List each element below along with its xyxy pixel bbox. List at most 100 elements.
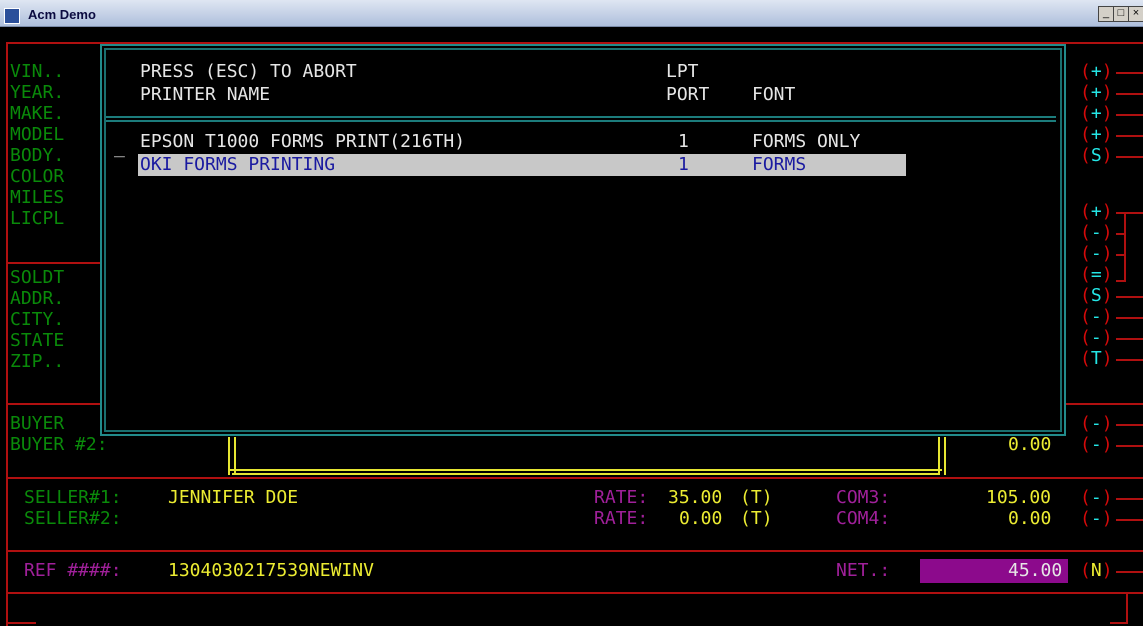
ref-value[interactable]: 1304030217539NEWINV bbox=[168, 560, 374, 582]
frame-divider-5 bbox=[6, 592, 1143, 594]
printer-name: OKI FORMS PRINTING bbox=[140, 154, 336, 175]
frame-divider-3 bbox=[6, 477, 1143, 479]
label-body: BODY. bbox=[10, 145, 65, 166]
label-soldt: SOLDT bbox=[10, 267, 65, 288]
frame-left bbox=[6, 42, 8, 626]
maximize-button[interactable]: □ bbox=[1113, 6, 1129, 22]
marker-7: (-) bbox=[1080, 222, 1113, 243]
popup-header-separator bbox=[106, 116, 1056, 118]
label-buyer2: BUYER #2: bbox=[10, 434, 108, 455]
marker-line bbox=[1116, 338, 1143, 340]
marker-line bbox=[1116, 445, 1143, 447]
marker-5: (S) bbox=[1080, 145, 1113, 166]
marker-line bbox=[1116, 156, 1143, 158]
buyer-bracket-bottom-2 bbox=[232, 473, 938, 475]
label-miles: MILES bbox=[10, 187, 65, 208]
frame-divider-right-2 bbox=[1062, 403, 1143, 405]
marker-10: (S) bbox=[1080, 285, 1113, 306]
printer-port: 1 bbox=[678, 131, 689, 152]
marker-line bbox=[1116, 280, 1126, 282]
marker-2: (+) bbox=[1080, 82, 1113, 103]
net-label: NET.: bbox=[836, 560, 891, 581]
frame-divider-left-2 bbox=[6, 403, 102, 405]
buyer-bracket-bottom-1 bbox=[228, 469, 942, 471]
marker-8: (-) bbox=[1080, 243, 1113, 264]
label-state: STATE bbox=[10, 330, 65, 351]
minimize-button[interactable]: _ bbox=[1098, 6, 1114, 22]
marker-3: (+) bbox=[1080, 103, 1113, 124]
frame-right-bottom bbox=[1126, 592, 1128, 622]
printer-row[interactable]: EPSON T1000 FORMS PRINT(216TH) 1 FORMS O… bbox=[138, 131, 906, 153]
marker-line bbox=[1116, 233, 1126, 235]
label-city: CITY. bbox=[10, 309, 65, 330]
popup-font-header: FONT bbox=[752, 84, 796, 105]
popup-header-separator-2 bbox=[106, 120, 1056, 122]
printer-name: EPSON T1000 FORMS PRINT(216TH) bbox=[140, 131, 466, 152]
marker-15: (-) bbox=[1080, 434, 1113, 455]
marker-1: (+) bbox=[1080, 61, 1113, 82]
marker-line bbox=[1116, 114, 1143, 116]
frame-bottom-left bbox=[6, 622, 36, 624]
marker-line bbox=[1116, 571, 1143, 573]
seller2-rate-label: RATE: bbox=[594, 508, 649, 529]
buyer2-value: 0.00 bbox=[1008, 434, 1052, 455]
text-cursor: _ bbox=[114, 137, 125, 158]
app-icon bbox=[4, 8, 20, 24]
label-model: MODEL bbox=[10, 124, 65, 145]
seller1-rate-label: RATE: bbox=[594, 487, 649, 508]
marker-11: (-) bbox=[1080, 306, 1113, 327]
window-titlebar: Acm Demo _ □ × bbox=[0, 0, 1143, 27]
label-year: YEAR. bbox=[10, 82, 65, 103]
marker-line bbox=[1116, 254, 1126, 256]
seller1-com-label: COM3: bbox=[836, 487, 891, 508]
marker-line bbox=[1116, 212, 1143, 214]
seller2-rate[interactable]: 0.00 bbox=[679, 508, 722, 530]
label-buyer: BUYER bbox=[10, 413, 65, 434]
printer-row-selected[interactable]: OKI FORMS PRINTING 1 FORMS bbox=[138, 154, 906, 176]
label-vin: VIN.. bbox=[10, 61, 65, 82]
marker-17: (-) bbox=[1080, 508, 1113, 529]
label-color: COLOR bbox=[10, 166, 65, 187]
seller1-name[interactable]: JENNIFER DOE bbox=[168, 487, 298, 509]
popup-abort-hint: PRESS (ESC) TO ABORT bbox=[140, 61, 357, 82]
seller2-com-value: 0.00 bbox=[1008, 508, 1052, 529]
marker-16: (-) bbox=[1080, 487, 1113, 508]
popup-port-header: PORT bbox=[666, 84, 710, 105]
seller2-label: SELLER#2: bbox=[24, 508, 122, 529]
printer-port: 1 bbox=[678, 154, 689, 175]
seller1-rate-flag: (T) bbox=[740, 487, 773, 508]
frame-divider-left-1 bbox=[6, 262, 102, 264]
marker-13: (T) bbox=[1080, 348, 1113, 369]
ref-label: REF ####: bbox=[24, 560, 122, 581]
marker-line bbox=[1116, 317, 1143, 319]
marker-line bbox=[1116, 519, 1143, 521]
close-button[interactable]: × bbox=[1128, 6, 1143, 22]
marker-line bbox=[1116, 498, 1143, 500]
marker-6: (+) bbox=[1080, 201, 1113, 222]
seller2-rate-flag: (T) bbox=[740, 508, 773, 529]
label-make: MAKE. bbox=[10, 103, 65, 124]
marker-12: (-) bbox=[1080, 327, 1113, 348]
seller1-com-value: 105.00 bbox=[986, 487, 1052, 508]
printer-font: FORMS ONLY bbox=[752, 131, 861, 152]
marker-line bbox=[1116, 135, 1143, 137]
frame-bottom-right bbox=[1110, 622, 1128, 624]
popup-lpt-header: LPT bbox=[666, 61, 699, 82]
printer-font: FORMS bbox=[752, 154, 807, 175]
marker-line bbox=[1116, 359, 1143, 361]
label-addr: ADDR. bbox=[10, 288, 65, 309]
marker-18: (N) bbox=[1080, 560, 1113, 581]
window-title: Acm Demo bbox=[28, 7, 96, 22]
label-zip: ZIP.. bbox=[10, 351, 65, 372]
terminal-screen: VIN.. YEAR. MAKE. MODEL BODY. COLOR MILE… bbox=[0, 27, 1143, 626]
marker-9: (=) bbox=[1080, 264, 1113, 285]
marker-14: (-) bbox=[1080, 413, 1113, 434]
popup-printer-name-header: PRINTER NAME bbox=[140, 84, 271, 105]
net-value: 45.00 bbox=[1008, 560, 1063, 581]
marker-line bbox=[1116, 93, 1143, 95]
seller1-label: SELLER#1: bbox=[24, 487, 122, 508]
seller1-rate[interactable]: 35.00 bbox=[668, 487, 722, 509]
marker-line bbox=[1116, 296, 1143, 298]
frame-divider-4 bbox=[6, 550, 1143, 552]
marker-4: (+) bbox=[1080, 124, 1113, 145]
